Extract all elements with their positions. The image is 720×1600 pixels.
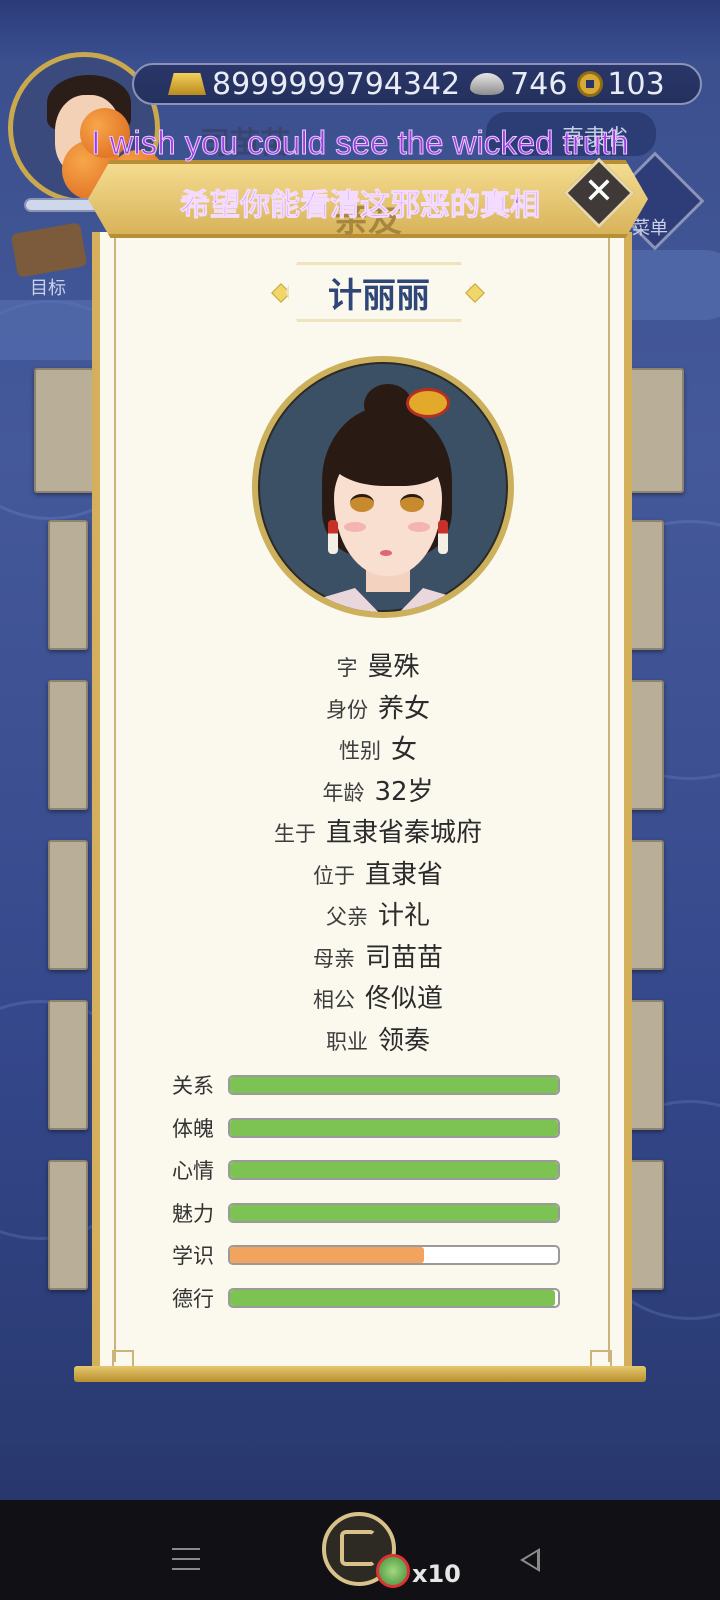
info-label: 身份 [325, 697, 368, 722]
gold-bar-icon [168, 73, 206, 95]
stat-bar [228, 1245, 560, 1266]
silver-amount: 746 [510, 66, 568, 102]
gold-counter: 8999999794342 [168, 67, 460, 102]
stat-row-knowledge: 学识 [172, 1234, 592, 1277]
info-value: 32岁 [374, 776, 434, 807]
silver-ingot-icon [470, 73, 505, 95]
stat-bar-fill [230, 1204, 558, 1221]
scroll-bottom-rod [74, 1366, 646, 1382]
reward-count: x10 [412, 1560, 461, 1588]
stat-bar [228, 1202, 560, 1223]
portrait-robe [304, 588, 474, 612]
panel-inner-frame: 计丽丽 字曼殊 身份 养女 性别女 年龄 32岁 生于 直隶省秦城府 位于 直隶省 [112, 232, 612, 1372]
background-card [48, 680, 88, 810]
portrait-blush [408, 522, 430, 532]
stat-label: 学识 [172, 1244, 214, 1269]
info-row-gender: 性别女 [116, 729, 640, 771]
stat-row-mood: 心情 [172, 1149, 592, 1192]
subtitle-english: I wish you could see the wicked truth [91, 124, 629, 162]
relative-detail-panel: 计丽丽 字曼殊 身份 养女 性别女 年龄 32岁 生于 直隶省秦城府 位于 直隶省 [92, 232, 632, 1382]
close-icon[interactable]: ✕ [574, 168, 624, 218]
stat-bar-fill [230, 1077, 558, 1094]
background-card [48, 1160, 88, 1290]
portrait-bangs [330, 428, 446, 486]
portrait-blush [344, 522, 366, 532]
info-row-age: 年龄 32岁 [116, 771, 640, 813]
jade-pendant-icon[interactable] [376, 1554, 410, 1588]
info-row-mother: 母亲 司苗苗 [116, 937, 640, 979]
portrait-eye [400, 494, 424, 512]
info-label: 生于 [273, 822, 316, 846]
stat-row-physique: 体魄 [172, 1107, 592, 1150]
earring-icon [438, 520, 448, 554]
goal-label[interactable]: 目标 [30, 274, 66, 300]
stat-bar-fill [230, 1119, 558, 1136]
stat-label: 魅力 [172, 1201, 214, 1226]
background-card [48, 840, 88, 970]
stat-bar-fill [230, 1247, 424, 1264]
copper-coin-icon [577, 71, 604, 97]
info-value: 司苗苗 [364, 942, 443, 973]
info-value: 直隶省秦城府 [325, 818, 482, 848]
info-row-occupation: 职业 领奏 [116, 1020, 640, 1062]
info-row-location: 位于 直隶省 [116, 854, 640, 896]
silver-counter: 746 [470, 67, 567, 102]
coin-counter: 103 [577, 66, 665, 102]
share-icon[interactable] [340, 1530, 376, 1566]
info-label: 位于 [312, 863, 355, 888]
stat-row-relationship: 关系 [172, 1064, 592, 1107]
background-card [34, 368, 94, 493]
earring-icon [328, 520, 338, 554]
stat-label: 心情 [172, 1159, 214, 1184]
portrait-mouth [380, 550, 392, 556]
character-name: 计丽丽 [328, 276, 430, 316]
character-info-list: 字曼殊 身份 养女 性别女 年龄 32岁 生于 直隶省秦城府 位于 直隶省 父亲 计礼 母… [116, 646, 640, 1061]
info-label: 性别 [338, 739, 381, 763]
menu-icon[interactable] [172, 1548, 200, 1570]
info-value: 女 [390, 735, 417, 765]
stat-bar-fill [230, 1162, 558, 1179]
stat-bar [228, 1075, 560, 1096]
info-value: 养女 [377, 693, 430, 724]
stat-bar-fill [230, 1289, 555, 1306]
stat-bar [228, 1160, 560, 1181]
info-value: 直隶省 [364, 859, 443, 890]
stat-bar [228, 1287, 560, 1308]
info-row-husband: 相公 佟似道 [116, 978, 640, 1020]
hairpin-ornament-icon [406, 388, 450, 418]
info-value: 曼殊 [367, 652, 420, 682]
info-value: 领奏 [377, 1025, 430, 1056]
currency-bar: 8999999794342 746 103 [132, 63, 702, 105]
stat-label: 德行 [172, 1286, 214, 1311]
info-row-courtesy-name: 字曼殊 [116, 646, 640, 688]
background-card [48, 1000, 88, 1130]
info-row-father: 父亲 计礼 [116, 895, 640, 937]
info-value: 佟似道 [364, 984, 443, 1014]
info-value: 计礼 [377, 901, 430, 931]
portrait-eye [350, 494, 374, 512]
info-row-birthplace: 生于 直隶省秦城府 [116, 812, 640, 854]
stat-row-charm: 魅力 [172, 1192, 592, 1235]
stat-label: 体魄 [172, 1116, 214, 1141]
info-label: 母亲 [312, 946, 355, 971]
portrait-hair-bun [364, 384, 412, 426]
background-card [624, 368, 684, 493]
info-label: 职业 [325, 1029, 368, 1054]
info-label: 父亲 [325, 905, 368, 929]
gold-amount: 8999999794342 [212, 66, 461, 102]
coin-amount: 103 [607, 66, 665, 102]
character-portrait [252, 356, 514, 618]
stat-bar [228, 1117, 560, 1138]
info-label: 年龄 [322, 780, 365, 805]
info-label: 字 [336, 656, 358, 680]
background-card [48, 520, 88, 650]
back-icon[interactable] [520, 1548, 540, 1572]
background-top-band [0, 0, 720, 60]
info-row-identity: 身份 养女 [116, 688, 640, 730]
info-label: 相公 [312, 988, 355, 1012]
character-stats: 关系 体魄 心情 魅力 学识 德行 [172, 1064, 592, 1319]
stat-row-virtue: 德行 [172, 1277, 592, 1320]
stat-label: 关系 [172, 1074, 214, 1099]
